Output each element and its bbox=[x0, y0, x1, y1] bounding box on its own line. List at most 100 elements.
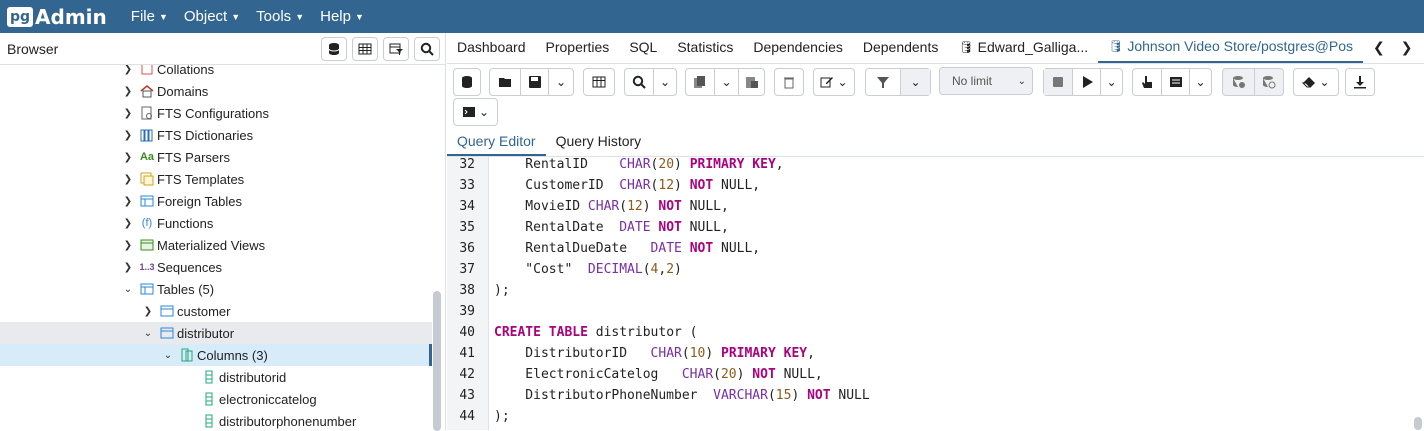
connection-button[interactable] bbox=[453, 68, 481, 96]
filter-options-button[interactable]: ⌄ bbox=[900, 69, 930, 95]
code-token: NULL, bbox=[713, 241, 761, 256]
rollback-button[interactable] bbox=[1254, 69, 1283, 95]
tree-item-electroniccatelog[interactable]: electroniccatelog bbox=[0, 388, 432, 410]
tree-item-sequences[interactable]: ❯ 1..3 Sequences bbox=[0, 256, 432, 278]
tree-item-fts-parsers[interactable]: ❯ Aa FTS Parsers bbox=[0, 146, 432, 168]
tree-item-fts-dictionaries[interactable]: ❯ FTS Dictionaries bbox=[0, 124, 432, 146]
download-icon bbox=[1354, 76, 1366, 89]
tree-item-customer[interactable]: ❯ customer bbox=[0, 300, 432, 322]
search-button[interactable] bbox=[414, 36, 440, 61]
copy-button[interactable] bbox=[686, 69, 714, 95]
menu-tools-label: Tools bbox=[256, 8, 292, 25]
grid-view-button[interactable] bbox=[352, 36, 378, 61]
foreign-table-icon bbox=[139, 193, 155, 209]
folder-open-icon bbox=[499, 78, 511, 87]
tree-item-columns[interactable]: ⌄ Columns (3) bbox=[0, 344, 432, 366]
close-tab-icon[interactable]: ✕* bbox=[1418, 32, 1424, 63]
tree-item-distributorid[interactable]: distributorid bbox=[0, 366, 432, 388]
editor-scrollbar[interactable] bbox=[1414, 417, 1422, 430]
tab-dashboard[interactable]: Dashboard bbox=[447, 32, 536, 63]
clear-button[interactable]: ⌄ bbox=[1293, 68, 1339, 96]
chevron-right-icon[interactable]: ❯ bbox=[121, 152, 135, 163]
edit-grid-button[interactable] bbox=[583, 68, 615, 96]
menu-object[interactable]: Object ▼ bbox=[184, 8, 240, 25]
tab-statistics[interactable]: Statistics bbox=[667, 32, 743, 63]
stop-button[interactable] bbox=[1044, 69, 1072, 95]
tree-item-collations[interactable]: ❯ Collations bbox=[0, 65, 432, 80]
chevron-right-icon[interactable]: ❯ bbox=[121, 196, 135, 207]
menu-help[interactable]: Help ▼ bbox=[320, 8, 364, 25]
sql-editor[interactable]: 32 RentalID CHAR(20) PRIMARY KEY, 33 Cust… bbox=[447, 157, 1424, 430]
chevron-right-icon[interactable]: ❯ bbox=[121, 108, 135, 119]
tab-dependents[interactable]: Dependents bbox=[853, 32, 949, 63]
tab-query-editor[interactable]: Query Editor bbox=[447, 128, 546, 156]
chevron-down-icon[interactable]: ⌄ bbox=[121, 284, 135, 295]
filter-button[interactable] bbox=[866, 69, 900, 95]
execute-options-button[interactable]: ⌄ bbox=[1100, 69, 1122, 95]
tree-item-domains[interactable]: ❯ Domains bbox=[0, 80, 432, 102]
tree-item-label: Materialized Views bbox=[157, 237, 266, 253]
menu-help-label: Help bbox=[320, 8, 351, 25]
chevron-right-icon[interactable]: ❯ bbox=[141, 306, 155, 317]
execute-button[interactable] bbox=[1072, 69, 1100, 95]
find-options-button[interactable]: ⌄ bbox=[653, 69, 676, 95]
database-icon bbox=[462, 76, 472, 88]
menu-tools[interactable]: Tools ▼ bbox=[256, 8, 304, 25]
filter-button-group: ⌄ bbox=[865, 68, 931, 96]
menu-file[interactable]: File ▼ bbox=[131, 8, 168, 25]
row-limit-select[interactable]: No limit ⌄ bbox=[939, 67, 1033, 95]
chevron-right-icon[interactable]: ❯ bbox=[121, 262, 135, 273]
object-explorer-button[interactable] bbox=[321, 36, 347, 61]
code-text: DistributorID CHAR(10) PRIMARY KEY, bbox=[494, 343, 815, 364]
delete-button[interactable] bbox=[774, 68, 804, 96]
table-grid-icon bbox=[592, 76, 606, 88]
chevron-down-icon: ⌄ bbox=[1017, 75, 1026, 87]
filter-rows-button[interactable] bbox=[383, 36, 409, 61]
commit-button[interactable] bbox=[1223, 69, 1254, 95]
tab-query-tool[interactable]: 🛢 Johnson Video Store/postgres@Pos bbox=[1098, 32, 1364, 63]
copy-options-button[interactable]: ⌄ bbox=[714, 69, 738, 95]
chevron-down-icon[interactable]: ⌄ bbox=[161, 350, 175, 361]
macros-button[interactable]: ⌄ bbox=[453, 98, 498, 126]
chevron-right-icon[interactable]: ❯ bbox=[121, 65, 135, 75]
tab-edward-galliga[interactable]: 🛢 Edward_Galliga... bbox=[948, 32, 1098, 63]
tree-item-distributor[interactable]: ⌄ distributor bbox=[0, 322, 432, 344]
explain-options-button[interactable]: ⌄ bbox=[1189, 69, 1211, 95]
download-button[interactable] bbox=[1345, 68, 1375, 96]
edit-button[interactable]: ⌄ bbox=[813, 68, 855, 96]
tree-item-foreign-tables[interactable]: ❯ Foreign Tables bbox=[0, 190, 432, 212]
tab-query-history[interactable]: Query History bbox=[546, 128, 652, 156]
tree-item-functions[interactable]: ❯ (f) Functions bbox=[0, 212, 432, 234]
tree-item-fts-templates[interactable]: ❯ FTS Templates bbox=[0, 168, 432, 190]
explain-button[interactable] bbox=[1133, 69, 1161, 95]
menu-object-label: Object bbox=[183, 8, 228, 25]
chevron-right-icon[interactable]: ❯ bbox=[121, 240, 135, 251]
tree-item-label: Domains bbox=[157, 83, 209, 99]
paste-button[interactable] bbox=[738, 69, 764, 95]
tab-scroll-left-button[interactable]: ❮ bbox=[1367, 32, 1391, 63]
find-button[interactable] bbox=[625, 69, 653, 95]
code-token: ) bbox=[791, 388, 808, 403]
tree-item-tables[interactable]: ⌄ Tables (5) bbox=[0, 278, 432, 300]
chevron-right-icon[interactable]: ❯ bbox=[121, 86, 135, 97]
chevron-down-icon: ⌄ bbox=[555, 75, 567, 89]
browser-scrollbar[interactable] bbox=[433, 291, 441, 431]
chevron-down-icon[interactable]: ⌄ bbox=[141, 328, 155, 339]
save-options-button[interactable]: ⌄ bbox=[548, 69, 573, 95]
code-token: PRIMARY KEY bbox=[721, 346, 808, 361]
save-button[interactable] bbox=[520, 69, 548, 95]
tree-item-distributorphonenumber[interactable]: distributorphonenumber bbox=[0, 410, 432, 430]
tab-scroll-right-button[interactable]: ❯ bbox=[1395, 32, 1419, 63]
tab-properties[interactable]: Properties bbox=[536, 32, 620, 63]
code-token: RentalDueDate bbox=[494, 241, 651, 256]
tree-item-label: distributor bbox=[177, 325, 235, 341]
tab-sql[interactable]: SQL bbox=[619, 32, 667, 63]
tree-item-fts-configurations[interactable]: ❯ FTS Configurations bbox=[0, 102, 432, 124]
chevron-right-icon[interactable]: ❯ bbox=[121, 174, 135, 185]
tab-dependencies[interactable]: Dependencies bbox=[743, 32, 853, 63]
chevron-right-icon[interactable]: ❯ bbox=[121, 218, 135, 229]
explain-analyze-button[interactable] bbox=[1161, 69, 1189, 95]
chevron-right-icon[interactable]: ❯ bbox=[121, 130, 135, 141]
tree-item-materialized-views[interactable]: ❯ Materialized Views bbox=[0, 234, 432, 256]
open-file-button[interactable] bbox=[490, 69, 520, 95]
